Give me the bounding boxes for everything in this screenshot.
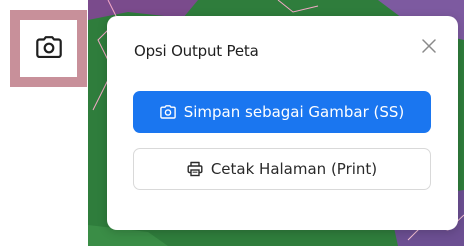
printer-icon: [187, 161, 203, 177]
close-icon: [422, 38, 436, 57]
print-page-button[interactable]: Cetak Halaman (Print): [133, 148, 431, 190]
output-options-popup: Opsi Output Peta Simpan sebagai Gambar (…: [107, 16, 458, 230]
camera-icon: [35, 35, 62, 62]
screenshot-tool-button[interactable]: [10, 10, 87, 87]
close-button[interactable]: [420, 38, 438, 56]
popup-title: Opsi Output Peta: [134, 42, 259, 60]
screenshot-tool-button-face[interactable]: [20, 20, 77, 77]
screen: Opsi Output Peta Simpan sebagai Gambar (…: [0, 0, 464, 246]
print-page-label: Cetak Halaman (Print): [210, 160, 378, 178]
save-as-image-button[interactable]: Simpan sebagai Gambar (SS): [133, 91, 431, 133]
camera-icon: [159, 105, 176, 119]
save-as-image-label: Simpan sebagai Gambar (SS): [183, 103, 405, 121]
